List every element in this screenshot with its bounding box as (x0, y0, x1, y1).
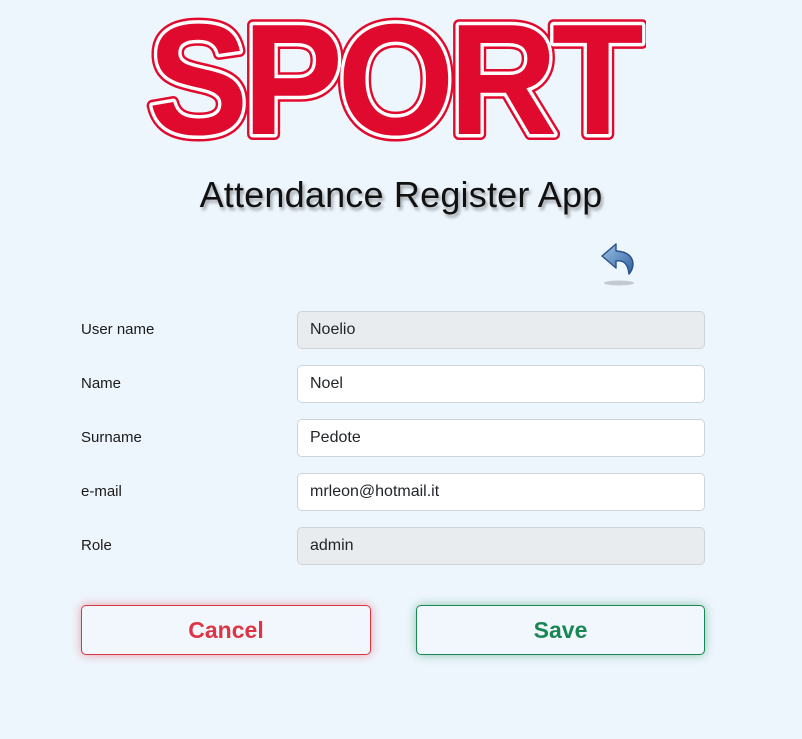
email-field[interactable] (297, 473, 705, 511)
name-label: Name (81, 375, 122, 392)
username-field (297, 311, 705, 349)
svg-text:SPORT: SPORT (148, 12, 642, 148)
form-row-username: User name (0, 311, 802, 349)
form-row-surname: Surname (0, 419, 802, 457)
sport-logo-graphic: SPORT SPORT SPORT (142, 12, 646, 148)
role-label: Role (81, 537, 112, 554)
name-field[interactable] (297, 365, 705, 403)
back-button[interactable] (598, 240, 640, 288)
form-row-email: e-mail (0, 473, 802, 511)
username-label: User name (81, 321, 155, 338)
role-field (297, 527, 705, 565)
email-label: e-mail (81, 483, 122, 500)
page-title: Attendance Register App (199, 174, 603, 215)
form-row-name: Name (0, 365, 802, 403)
cancel-button[interactable]: Cancel (81, 605, 371, 655)
sport-logo: SPORT SPORT SPORT (140, 12, 646, 148)
surname-label: Surname (81, 429, 142, 446)
surname-field[interactable] (297, 419, 705, 457)
undo-arrow-icon (601, 243, 634, 286)
save-button[interactable]: Save (416, 605, 705, 655)
form-row-role: Role (0, 527, 802, 565)
